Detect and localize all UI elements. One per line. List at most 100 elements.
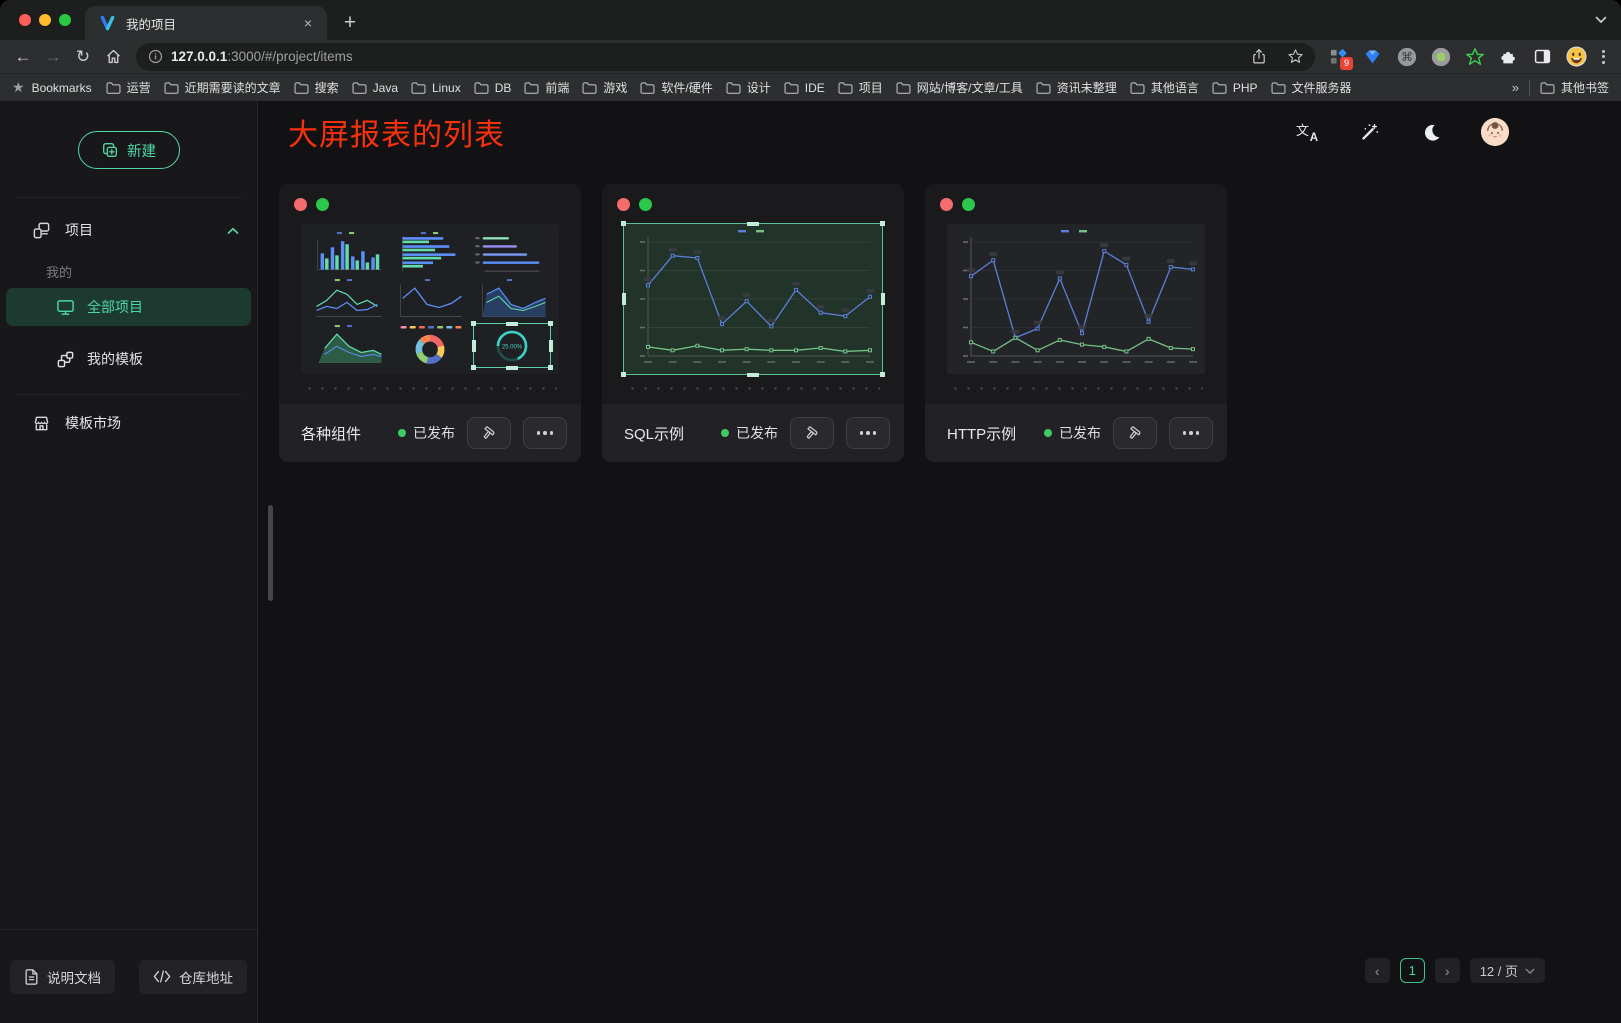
sidebar: 新建 项目 我的 全部项目 [0,101,258,1023]
extension-badge: 9 [1340,57,1353,70]
ellipsis-icon [860,431,877,435]
share-icon[interactable] [1245,45,1273,69]
dotted-separator [303,387,557,390]
project-thumbnail[interactable]: 25.00% [301,224,559,374]
header-actions: 文A [1295,118,1509,146]
more-actions-button[interactable] [846,417,890,449]
docs-button[interactable]: 说明文档 [10,960,115,994]
monitor-icon [56,298,75,317]
bookmark-folder[interactable]: 资讯未整理 [1036,79,1117,96]
chevron-down-icon [1525,963,1535,978]
repo-button[interactable]: 仓库地址 [139,960,247,994]
sql-line-chart [624,224,882,374]
side-panel-icon[interactable] [1529,44,1556,70]
edit-project-button[interactable] [790,417,834,449]
translate-extension-icon[interactable]: 9 [1325,44,1352,70]
folder-icon [106,82,121,94]
gem-extension-icon[interactable] [1359,44,1386,70]
new-project-button[interactable]: 新建 [78,131,180,169]
more-actions-button[interactable] [1169,417,1213,449]
bookmark-folder[interactable]: Linux [411,81,461,95]
project-icon [32,221,51,240]
new-tab-button[interactable]: + [335,8,365,38]
folder-icon [1212,82,1227,94]
magic-wand-icon[interactable] [1357,120,1381,144]
other-bookmarks-folder[interactable]: 其他书签 [1540,79,1609,96]
language-translate-icon[interactable]: 文A [1295,120,1319,144]
zoom-window-button[interactable] [59,14,71,26]
folder-icon [352,82,367,94]
edit-project-button[interactable] [467,417,511,449]
main-content: 大屏报表的列表 文A [258,101,1621,1023]
mini-area-chart [307,322,389,369]
green-star-extension-icon[interactable] [1461,44,1488,70]
mini-line-chart [389,276,471,323]
pagination: ‹ 1 › 12 / 页 [1365,958,1545,983]
bookmark-folder[interactable]: 近期需要读的文章 [164,79,281,96]
bookmarks-overflow-chevron[interactable]: » [1512,80,1519,95]
tab-search-chevron-icon[interactable] [1595,0,1607,40]
bookmark-folder-list: 运营 近期需要读的文章 搜索 [106,79,1504,96]
bookmark-folder[interactable]: 设计 [726,79,771,96]
folder-icon [411,82,426,94]
home-button[interactable] [98,43,128,71]
bookmark-folder[interactable]: IDE [784,81,825,95]
folder-icon [896,82,911,94]
sidebar-item-my-templates[interactable]: 我的模板 [6,340,251,378]
dark-mode-moon-icon[interactable] [1419,120,1443,144]
publish-status: 已发布 [398,423,455,443]
profile-avatar-icon[interactable] [1563,44,1590,70]
back-button[interactable]: ← [8,43,38,71]
edit-project-button[interactable] [1113,417,1157,449]
browser-menu-icon[interactable] [1594,50,1613,64]
browser-window: 我的项目 × + ← → ↻ 127.0.0.1:3000/#/project/… [0,0,1621,1023]
page-size-select[interactable]: 12 / 页 [1470,958,1545,983]
bookmark-folder[interactable]: DB [474,81,512,95]
bookmark-folder[interactable]: 前端 [524,79,569,96]
bookmark-folder[interactable]: Java [352,81,398,95]
scrollbar-thumb[interactable] [268,505,273,601]
bookmarks-manager-item[interactable]: ★ Bookmarks [12,79,92,96]
recorder-extension-icon[interactable] [1427,44,1454,70]
project-thumbnail[interactable] [947,224,1205,374]
sidebar-item-all-projects[interactable]: 全部项目 [6,288,251,326]
bookmark-folder[interactable]: 网站/博客/文章/工具 [896,79,1023,96]
next-page-button[interactable]: › [1435,958,1460,983]
bookmark-folder[interactable]: 文件服务器 [1271,79,1352,96]
command-extension-icon[interactable]: ⌘ [1393,44,1420,70]
mini-gauge-selected: 25.00% [473,323,551,368]
more-actions-button[interactable] [523,417,567,449]
status-dot [398,429,406,437]
url-text: 127.0.0.1:3000/#/project/items [171,49,353,64]
bookmark-folder[interactable]: 项目 [838,79,883,96]
folder-icon [524,82,539,94]
bookmark-folder[interactable]: 运营 [106,79,151,96]
user-avatar[interactable] [1481,118,1509,146]
bookmark-folder[interactable]: 其他语言 [1130,79,1199,96]
prev-page-button[interactable]: ‹ [1365,958,1390,983]
bookmark-folder[interactable]: 游戏 [582,79,627,96]
bookmark-star-icon[interactable] [1281,45,1309,69]
bookmark-folder[interactable]: PHP [1212,81,1258,95]
current-page-button[interactable]: 1 [1400,958,1425,983]
forward-button[interactable]: → [38,43,68,71]
minimize-window-button[interactable] [39,14,51,26]
site-info-icon[interactable] [148,49,163,64]
publish-status: 已发布 [1044,423,1101,443]
bookmark-folder[interactable]: 搜索 [294,79,339,96]
reload-button[interactable]: ↻ [68,43,98,71]
project-card: 25.00% 各种组件 已发布 [279,184,581,462]
extensions-puzzle-icon[interactable] [1495,44,1522,70]
bookmark-folder[interactable]: 软件/硬件 [640,79,712,96]
sidebar-item-template-market[interactable]: 模板市场 [0,401,257,445]
sidebar-footer: 说明文档 仓库地址 [0,929,257,1023]
browser-tab[interactable]: 我的项目 × [85,6,327,40]
chevron-up-icon [227,222,239,238]
sidebar-item-project[interactable]: 项目 [0,208,257,252]
close-window-button[interactable] [19,14,31,26]
project-thumbnail[interactable] [624,224,882,374]
tab-close-icon[interactable]: × [299,14,317,32]
bookmarks-bar: ★ Bookmarks 运营 近期需要读的文章 [0,73,1621,101]
mini-area-chart [471,276,553,323]
address-bar[interactable]: 127.0.0.1:3000/#/project/items [136,43,1315,71]
